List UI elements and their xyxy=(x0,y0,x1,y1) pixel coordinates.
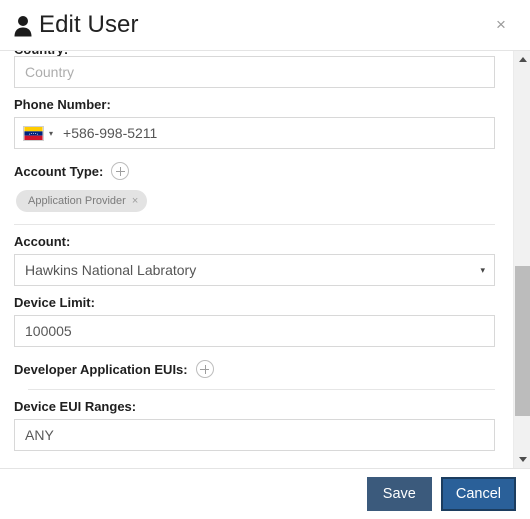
modal-header: Edit User × xyxy=(0,0,530,51)
device-limit-input[interactable] xyxy=(14,315,495,347)
device-eui-ranges-field: Device EUI Ranges: xyxy=(14,399,495,451)
developer-application-euis-field: Developer Application EUIs: xyxy=(14,360,495,390)
account-field: Account: Hawkins National Labratory ▾ xyxy=(14,234,495,286)
developer-application-euis-label-row: Developer Application EUIs: xyxy=(14,360,495,378)
country-flag-dropdown[interactable]: ▾ xyxy=(23,125,54,141)
modal-header-left: Edit User xyxy=(13,13,139,37)
account-label: Account: xyxy=(14,234,71,249)
phone-number-field: Phone Number: ▾ +586-998-5211 xyxy=(14,97,495,149)
page-title: Edit User xyxy=(39,11,139,38)
account-type-label: Account Type: xyxy=(14,163,104,179)
venezuela-flag-icon xyxy=(23,125,44,141)
account-select[interactable]: Hawkins National Labratory ▾ xyxy=(14,254,495,286)
chevron-down-icon: ▾ xyxy=(480,265,485,275)
country-field xyxy=(14,56,495,88)
account-type-tag-label: Application Provider xyxy=(28,195,126,207)
account-type-field: Account Type: Application Provider × xyxy=(14,162,495,225)
vertical-scrollbar[interactable] xyxy=(513,51,530,468)
account-type-label-row: Account Type: xyxy=(14,162,495,180)
device-limit-label: Device Limit: xyxy=(14,295,95,310)
clipped-country-label: Country: xyxy=(14,51,495,56)
edit-user-modal: Edit User × Country: Phone Number: xyxy=(0,0,530,519)
save-button[interactable]: Save xyxy=(366,477,432,511)
divider xyxy=(14,224,495,225)
device-limit-field: Device Limit: xyxy=(14,295,495,347)
account-select-value: Hawkins National Labratory xyxy=(25,262,197,278)
device-eui-ranges-label: Device EUI Ranges: xyxy=(14,399,137,414)
scrollbar-thumb[interactable] xyxy=(515,266,530,416)
phone-number-value: +586-998-5211 xyxy=(63,125,158,141)
phone-number-input[interactable]: ▾ +586-998-5211 xyxy=(14,117,495,149)
country-input[interactable] xyxy=(14,56,495,88)
person-icon xyxy=(13,13,33,37)
modal-footer: Save Cancel xyxy=(0,468,530,519)
modal-body: Country: Phone Number: xyxy=(0,51,530,468)
account-type-tag[interactable]: Application Provider × xyxy=(16,190,148,212)
divider xyxy=(28,389,495,390)
remove-tag-close-icon[interactable]: × xyxy=(132,195,138,207)
phone-number-label: Phone Number: xyxy=(14,97,111,112)
scrollbar-up-triangle-up-icon[interactable] xyxy=(514,51,530,68)
add-developer-application-eui-plus-circle-icon[interactable] xyxy=(195,360,214,378)
close-icon[interactable]: × xyxy=(493,16,509,33)
account-type-tags: Application Provider × xyxy=(16,190,495,212)
edit-user-form: Country: Phone Number: xyxy=(0,51,513,468)
scrollbar-down-triangle-down-icon[interactable] xyxy=(514,451,530,468)
device-eui-ranges-input[interactable] xyxy=(14,419,495,451)
developer-application-euis-label: Developer Application EUIs: xyxy=(14,361,188,377)
cancel-button[interactable]: Cancel xyxy=(440,477,516,511)
chevron-down-icon: ▾ xyxy=(49,128,54,138)
add-account-type-plus-circle-icon[interactable] xyxy=(111,162,130,180)
